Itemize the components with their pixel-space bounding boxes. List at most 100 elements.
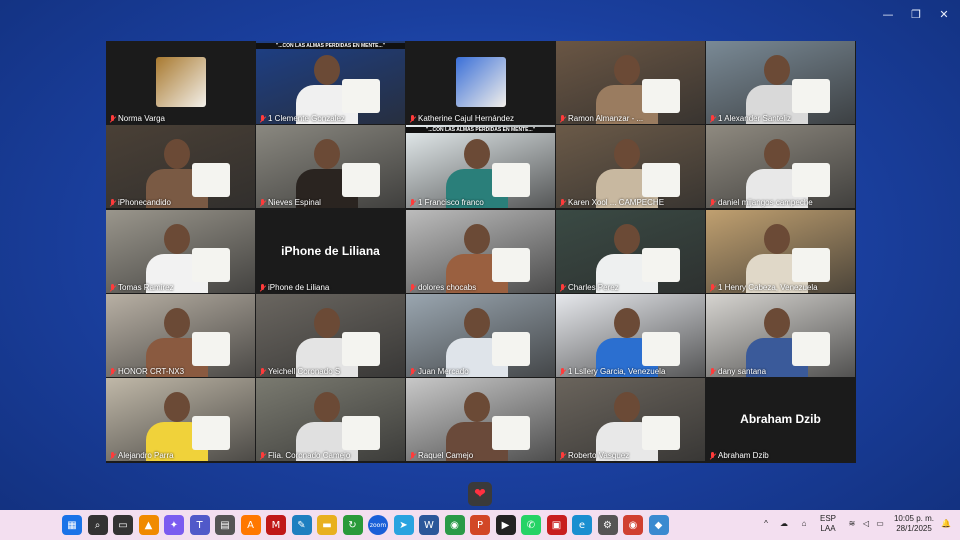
- participant-tile[interactable]: dany santana: [706, 294, 855, 377]
- participant-tile[interactable]: Tomas Ramirez: [106, 210, 255, 293]
- reaction-heart-button[interactable]: ❤: [468, 482, 492, 506]
- battery-icon[interactable]: ▭: [874, 519, 886, 529]
- muted-mic-icon: [559, 114, 566, 123]
- participant-name: Charles Perez: [568, 283, 619, 292]
- participant-tile[interactable]: Juan Mercado: [406, 294, 555, 377]
- participant-tile[interactable]: 1 Henry Cabeza, Venezuela: [706, 210, 855, 293]
- participant-tile[interactable]: Raquel Camejo: [406, 378, 555, 461]
- media-player-icon[interactable]: ▶: [495, 515, 516, 535]
- participant-video: iPhone de Liliana: [256, 210, 405, 293]
- held-paper: [642, 248, 680, 282]
- participant-name-label: Nieves Espinal: [259, 198, 321, 207]
- participant-video: [406, 41, 555, 124]
- participant-tile[interactable]: iPhone de Liliana iPhone de Liliana: [256, 210, 405, 293]
- participant-tile[interactable]: Charles Perez: [556, 210, 705, 293]
- participant-name-label: iPhonecandido: [109, 198, 171, 207]
- close-button[interactable]: ✕: [932, 6, 956, 22]
- muted-mic-icon: [409, 283, 416, 292]
- person-silhouette: [164, 224, 190, 254]
- participant-name-label: Roberto Vasquez: [559, 451, 629, 460]
- participant-name: Norma Varga: [118, 114, 165, 123]
- participant-tile[interactable]: daniel mijangos campeche: [706, 125, 855, 208]
- participant-tile[interactable]: 1 Alexander Santeliz: [706, 41, 855, 124]
- participant-name: Roberto Vasquez: [568, 451, 630, 460]
- participant-tile[interactable]: Ramon Almanzar - ...: [556, 41, 705, 124]
- network-icon[interactable]: ⌂: [798, 519, 810, 529]
- video-banner-text: "...CON LAS ALMAS PERDIDAS EN MENTE...": [256, 43, 405, 49]
- minimize-button[interactable]: —: [876, 6, 900, 22]
- word-icon[interactable]: W: [419, 515, 439, 535]
- participant-tile[interactable]: 1 Lsllery Garcia, Venezuela: [556, 294, 705, 377]
- person-silhouette: [764, 308, 790, 338]
- clock-date: 28/1/2025: [896, 524, 932, 533]
- muted-mic-icon: [259, 451, 266, 460]
- pdf-icon[interactable]: ▣: [546, 515, 567, 535]
- settings-icon[interactable]: ⚙: [597, 515, 618, 535]
- muted-mic-icon: [709, 451, 716, 460]
- muted-mic-icon: [259, 198, 266, 207]
- calculator-icon[interactable]: ▤: [215, 515, 235, 535]
- participant-name: Yeichell Coronado S: [268, 367, 341, 376]
- participant-video: [406, 294, 555, 377]
- participant-name-label: Yeichell Coronado S: [259, 367, 340, 376]
- participant-tile[interactable]: Abraham Dzib Abraham Dzib: [706, 378, 855, 461]
- participant-name-label: 1 Francisco franco: [409, 198, 484, 207]
- participant-name: Flia. Coronado Camejo: [268, 451, 351, 460]
- vlc-icon[interactable]: ▲: [138, 515, 159, 535]
- participant-tile[interactable]: Katherine Cajul Hernández: [406, 41, 555, 124]
- refresh-app-icon[interactable]: ↻: [342, 515, 363, 535]
- participant-name: Juan Mercado: [418, 367, 469, 376]
- tray-overflow-chevron[interactable]: ^: [760, 519, 772, 529]
- whatsapp-icon[interactable]: ✆: [521, 515, 541, 535]
- participant-name: HONOR CRT-NX3: [118, 367, 185, 376]
- copilot-icon[interactable]: ✦: [164, 515, 184, 535]
- windows-start-icon[interactable]: ▦: [62, 515, 82, 535]
- volume-icon[interactable]: ◁: [860, 519, 872, 529]
- muted-mic-icon: [109, 451, 116, 460]
- held-paper: [492, 332, 530, 366]
- edit-app-icon[interactable]: ✎: [291, 515, 312, 535]
- file-explorer-icon[interactable]: ▬: [317, 515, 337, 535]
- wifi-icon[interactable]: ≋: [846, 519, 858, 529]
- participant-tile[interactable]: Nieves Espinal: [256, 125, 405, 208]
- participant-tile[interactable]: "...CON LAS ALMAS PERDIDAS EN MENTE..." 1…: [406, 125, 555, 208]
- participant-tile[interactable]: dolores chocabs: [406, 210, 555, 293]
- participant-name-label: daniel mijangos campeche: [709, 198, 813, 207]
- avast-icon[interactable]: A: [240, 515, 261, 535]
- participant-name-label: Alejandro Parra: [109, 451, 174, 460]
- person-silhouette: [164, 308, 190, 338]
- participant-name-label: dany santana: [709, 367, 766, 376]
- input-language-indicator[interactable]: ESP LAA: [818, 514, 838, 534]
- chrome-icon[interactable]: ◉: [444, 515, 465, 535]
- person-silhouette: [164, 392, 190, 422]
- participant-tile[interactable]: Alejandro Parra: [106, 378, 255, 461]
- participant-video: [106, 125, 255, 208]
- participant-tile[interactable]: Norma Varga: [106, 41, 255, 124]
- chrome-alt-icon[interactable]: ◉: [623, 515, 643, 535]
- teams-icon[interactable]: T: [189, 515, 210, 535]
- powerpoint-icon[interactable]: P: [470, 515, 490, 535]
- zoom-icon[interactable]: zoom: [368, 515, 388, 535]
- notification-bell-icon[interactable]: 🔔: [940, 519, 952, 529]
- participant-tile[interactable]: "...CON LAS ALMAS PERDIDAS EN MENTE..." 1…: [256, 41, 405, 124]
- participant-tile[interactable]: iPhonecandido: [106, 125, 255, 208]
- participant-tile[interactable]: Roberto Vasquez: [556, 378, 705, 461]
- person-silhouette: [464, 308, 490, 338]
- edge-icon[interactable]: e: [572, 515, 592, 535]
- restore-button[interactable]: ❐: [904, 6, 928, 22]
- participant-name: Alejandro Parra: [118, 451, 174, 460]
- participant-tile[interactable]: HONOR CRT-NX3: [106, 294, 255, 377]
- participant-name-label: Flia. Coronado Camejo: [259, 451, 350, 460]
- paint-icon[interactable]: ◆: [648, 515, 669, 535]
- search-icon[interactable]: ⌕: [87, 515, 108, 535]
- telegram-icon[interactable]: ➤: [393, 515, 414, 535]
- mcafee-icon[interactable]: M: [266, 515, 286, 535]
- held-paper: [492, 416, 530, 450]
- system-clock[interactable]: 10:05 p. m. 28/1/2025: [892, 514, 936, 534]
- participant-tile[interactable]: Flia. Coronado Camejo: [256, 378, 405, 461]
- task-view-icon[interactable]: ▭: [113, 515, 133, 535]
- participant-name: 1 Alexander Santeliz: [718, 114, 791, 123]
- participant-tile[interactable]: Karen Xool ... CAMPECHE: [556, 125, 705, 208]
- participant-tile[interactable]: Yeichell Coronado S: [256, 294, 405, 377]
- onedrive-icon[interactable]: ☁: [778, 519, 790, 529]
